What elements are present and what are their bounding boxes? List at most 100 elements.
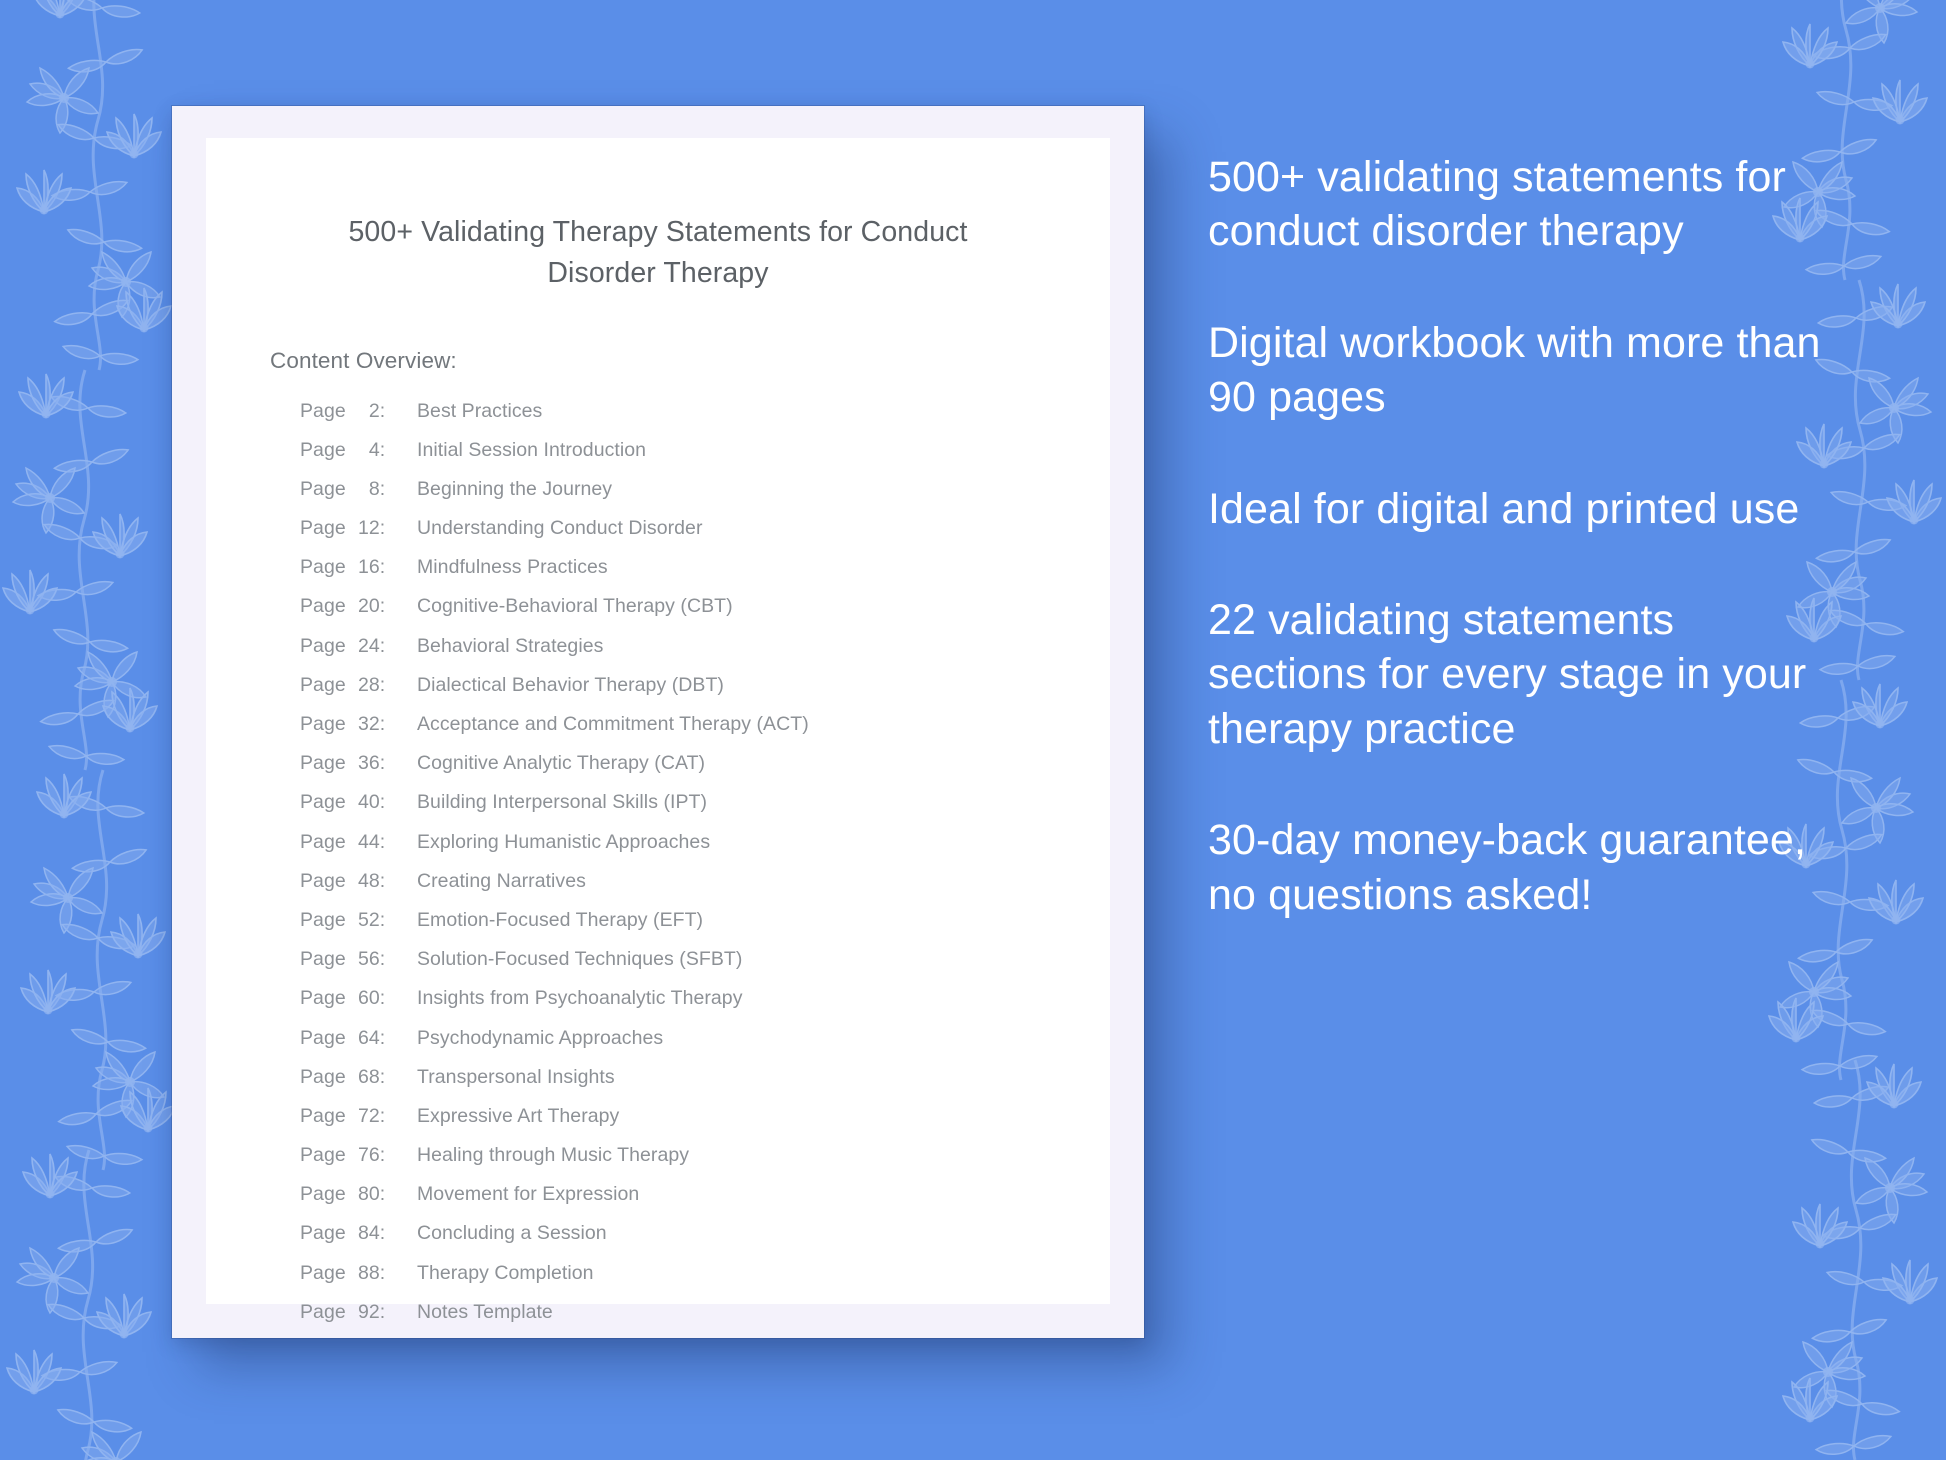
toc-entry-page-word: Page (300, 987, 346, 1010)
toc-entry-label: Movement for Expression (417, 1183, 640, 1206)
toc-entry-label: Creating Narratives (417, 869, 586, 892)
toc-entry-page-number: 60 (357, 987, 380, 1010)
toc-entry: Page 92: Notes Template (300, 1301, 1052, 1340)
toc-entry-page: Page 16: (300, 556, 386, 579)
toc-entry-label: Beginning the Journey (417, 477, 613, 500)
toc-entry-page-word: Page (300, 908, 346, 931)
toc-entry: Page 36: Cognitive Analytic Therapy (CAT) (300, 752, 1052, 791)
toc-entry-page-word: Page (300, 1104, 346, 1127)
toc-entry: Page 2: Best Practices (300, 400, 1052, 439)
toc-entry-page-word: Page (300, 752, 346, 775)
toc-entry-page: Page 76: (300, 1144, 386, 1167)
toc-entry-label: Acceptance and Commitment Therapy (ACT) (417, 713, 809, 735)
marketing-copy-column: 500+ validating statements for conduct d… (1208, 150, 1828, 922)
toc-entry-label: Expressive Art Therapy (417, 1104, 620, 1127)
toc-entry-label: Behavioral Strategies (417, 634, 604, 657)
toc-entry-label: Understanding Conduct Disorder (417, 517, 703, 540)
toc-entry: Page 12: Understanding Conduct Disorder (300, 517, 1052, 556)
toc-entry-page: Page 28: (300, 673, 386, 696)
toc-entry-page-word: Page (300, 1183, 346, 1206)
toc-entry-page-word: Page (300, 399, 346, 422)
toc-entry-page-number: 8 (368, 477, 380, 500)
toc-entry-page-word: Page (300, 477, 346, 500)
marketing-point: 30-day money-back guarantee, no question… (1208, 816, 1806, 919)
content-overview-label: Content Overview: (270, 347, 457, 373)
toc-entry-page-word: Page (300, 791, 346, 814)
toc-entry-page: Page 52: (300, 908, 386, 931)
toc-entry-page-word: Page (300, 1261, 346, 1284)
toc-entry-page-number: 80 (357, 1183, 380, 1206)
toc-entry-page: Page 36: (300, 752, 386, 775)
toc-entry-page: Page 44: (300, 830, 386, 853)
toc-entry-page-number: 36 (357, 752, 380, 775)
toc-entry-page: Page 24: (300, 634, 386, 657)
toc-entry-page-word: Page (300, 948, 346, 971)
toc-entry-page-number: 32 (357, 713, 380, 735)
toc-entry-page-number: 68 (357, 1065, 380, 1088)
toc-entry: Page 8: Beginning the Journey (300, 478, 1052, 517)
toc-entry-page: Page 64: (300, 1026, 386, 1049)
toc-entry-page-word: Page (300, 634, 346, 657)
marketing-point: Ideal for digital and printed use (1208, 484, 1800, 533)
toc-entry-page: Page 92: (300, 1300, 386, 1323)
toc-entry-label: Transpersonal Insights (417, 1065, 615, 1088)
toc-entry: Page 4: Initial Session Introduction (300, 439, 1052, 478)
toc-entry-label: Mindfulness Practices (417, 556, 608, 579)
toc-entry: Page 84: Concluding a Session (300, 1222, 1052, 1261)
toc-entry-page: Page 68: (300, 1065, 386, 1088)
toc-entry-label: Solution-Focused Techniques (SFBT) (417, 948, 743, 971)
toc-entry-page-number: 64 (357, 1026, 380, 1049)
toc-entry: Page 60: Insights from Psychoanalytic Ther… (300, 987, 1052, 1026)
toc-entry-label: Exploring Humanistic Approaches (417, 830, 711, 853)
toc-entry-page-number: 72 (357, 1104, 380, 1127)
toc-entry: Page 88: Therapy Completion (300, 1262, 1052, 1301)
marketing-point: Digital workbook with more than 90 pages (1208, 318, 1821, 422)
toc-entry-page-number: 84 (357, 1222, 380, 1245)
toc-entry-page-number: 40 (357, 791, 380, 814)
toc-entry-page: Page 32: (300, 713, 386, 735)
toc-entry-page-word: Page (300, 517, 346, 540)
toc-entry-label: Cognitive Analytic Therapy (CAT) (417, 752, 706, 775)
toc-entry-label: Concluding a Session (417, 1222, 607, 1245)
toc-entry: Page 72: Expressive Art Therapy (300, 1105, 1052, 1144)
toc-entry-label: Building Interpersonal Skills (IPT) (417, 791, 708, 814)
toc-entry-page: Page 12: (300, 517, 386, 540)
toc-entry-label: Healing through Music Therapy (417, 1144, 690, 1167)
toc-entry-page: Page 4: (300, 438, 386, 461)
toc-entry-label: Initial Session Introduction (417, 438, 647, 461)
toc-entry: Page 64: Psychodynamic Approaches (300, 1027, 1052, 1066)
toc-entry-page: Page 80: (300, 1183, 386, 1206)
toc-entry-page: Page 8: (300, 477, 386, 500)
toc-entry-page-word: Page (300, 1026, 346, 1049)
toc-entry: Page 16: Mindfulness Practices (300, 556, 1052, 595)
toc-entry-page-word: Page (300, 595, 346, 618)
toc-entry-page-number: 48 (357, 869, 380, 892)
toc-entry-page-number: 92 (357, 1300, 380, 1323)
toc-entry: Page 24: Behavioral Strategies (300, 635, 1052, 674)
toc-entry-page-number: 28 (357, 673, 380, 696)
workbook-mockup-card: 500+ Validating Therapy Statements for C… (172, 106, 1144, 1338)
toc-entry-page: Page 60: (300, 987, 386, 1010)
toc-entry: Page 40: Building Interpersonal Skills (IP… (300, 791, 1052, 830)
toc-entry-page-number: 52 (357, 908, 380, 931)
toc-entry-page-word: Page (300, 1300, 346, 1323)
toc-entry-page-word: Page (300, 673, 346, 696)
toc-entry-page-number: 2 (368, 399, 380, 422)
toc-entry: Page 68: Transpersonal Insights (300, 1066, 1052, 1105)
toc-entry-label: Dialectical Behavior Therapy (DBT) (417, 673, 724, 696)
marketing-point: 500+ validating statements for conduct d… (1208, 153, 1786, 256)
toc-entry-page-word: Page (300, 556, 346, 579)
toc-entry-page: Page 2: (300, 399, 386, 422)
toc-entry: Page 32: Acceptance and Commitment Therapy… (300, 713, 1052, 752)
toc-entry-label: Cognitive-Behavioral Therapy (CBT) (417, 595, 733, 618)
toc-entry-page-number: 56 (357, 948, 380, 971)
toc-entry: Page 28: Dialectical Behavior Therapy (DBT… (300, 674, 1052, 713)
toc-entry-page-word: Page (300, 438, 346, 461)
table-of-contents: Page 2: Best Practices Page 4: Initial Sessio… (300, 400, 1052, 1341)
toc-entry: Page 20: Cognitive-Behavioral Therapy (CBT… (300, 595, 1052, 634)
toc-entry-page-word: Page (300, 1222, 346, 1245)
toc-entry: Page 52: Emotion-Focused Therapy (EFT) (300, 909, 1052, 948)
toc-entry-page-word: Page (300, 830, 346, 853)
toc-entry-label: Emotion-Focused Therapy (EFT) (417, 908, 704, 931)
toc-entry: Page 76: Healing through Music Therapy (300, 1144, 1052, 1183)
